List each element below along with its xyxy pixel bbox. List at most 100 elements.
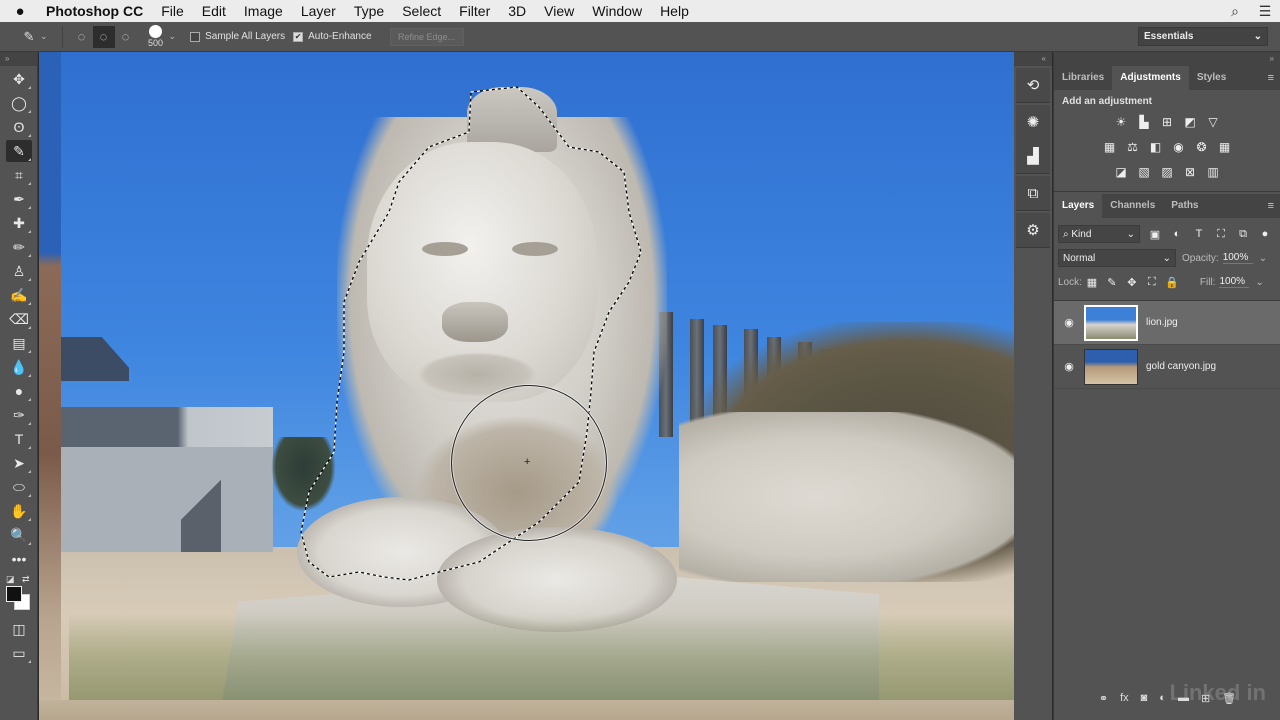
panel-menu-icon[interactable]: ≡	[1268, 200, 1274, 212]
tab-styles[interactable]: Styles	[1189, 66, 1234, 90]
add-mask-icon[interactable]: ◙	[1141, 692, 1148, 704]
menu-help[interactable]: Help	[651, 3, 698, 19]
adjustment-icon[interactable]: ▙	[1133, 112, 1156, 132]
tool-eyedropper[interactable]: ✒	[6, 188, 32, 210]
filter-toggle-icon[interactable]: ●	[1254, 228, 1276, 241]
add-to-selection-icon[interactable]: ◌	[92, 25, 115, 48]
tab-channels[interactable]: Channels	[1102, 194, 1163, 218]
adjustment-icon[interactable]: ◪	[1110, 162, 1133, 182]
tab-layers[interactable]: Layers	[1054, 194, 1103, 218]
tool-preset-picker-icon[interactable]: ✎	[18, 26, 40, 48]
tool-healing[interactable]: ✚	[6, 212, 32, 234]
sample-all-layers-checkbox[interactable]	[190, 31, 201, 42]
fill-input[interactable]: 100%	[1219, 276, 1250, 288]
refine-edge-button[interactable]: Refine Edge...	[389, 27, 464, 46]
menu-type[interactable]: Type	[345, 3, 393, 19]
tool-marquee[interactable]: ◯	[6, 92, 32, 114]
clone-source-panel-icon[interactable]: ⧉	[1016, 176, 1050, 210]
filter-adjustment-icon[interactable]: ◐	[1166, 228, 1188, 241]
dock-collapse-icon[interactable]: «	[1014, 52, 1052, 66]
new-group-icon[interactable]: ▬	[1178, 692, 1189, 704]
history-panel-icon[interactable]: ⟲	[1016, 68, 1050, 102]
tool-history-brush[interactable]: ✍	[6, 284, 32, 306]
foreground-color-swatch[interactable]	[6, 586, 22, 602]
trash-icon[interactable]: 🗑	[1222, 692, 1236, 705]
tool-gradient[interactable]: ▤	[6, 332, 32, 354]
workspace-switcher[interactable]: Essentials ⌄	[1138, 27, 1268, 46]
menu-image[interactable]: Image	[235, 3, 292, 19]
panels-collapse-icon[interactable]: »	[1054, 52, 1280, 66]
subtract-from-selection-icon[interactable]: ◌	[115, 26, 137, 48]
menu-3d[interactable]: 3D	[499, 3, 535, 19]
adjustment-icon[interactable]: ❂	[1190, 137, 1213, 157]
menu-app-name[interactable]: Photoshop CC	[40, 3, 152, 19]
new-layer-icon[interactable]: ⊞	[1201, 692, 1210, 705]
lock-image-icon[interactable]: ✎	[1102, 276, 1122, 289]
adjustment-icon[interactable]: ⊞	[1156, 112, 1179, 132]
menu-file[interactable]: File	[152, 3, 193, 19]
lock-artboard-icon[interactable]: ⛶	[1142, 276, 1162, 289]
tool-hand[interactable]: ✋	[6, 500, 32, 522]
tool-crop[interactable]: ⌗	[6, 164, 32, 186]
tab-libraries[interactable]: Libraries	[1054, 66, 1112, 90]
brush-settings-panel-icon[interactable]: ✺	[1016, 105, 1050, 139]
panel-menu-icon[interactable]: ≡	[1268, 72, 1274, 84]
blend-mode-select[interactable]: Normal ⌄	[1058, 249, 1176, 267]
tool-zoom[interactable]: 🔍	[6, 524, 32, 546]
new-selection-icon[interactable]: ◌	[71, 26, 93, 48]
histogram-panel-icon[interactable]: ▟	[1016, 139, 1050, 173]
adjustment-icon[interactable]: ▽	[1202, 112, 1225, 132]
tool-ellipse[interactable]: ⬭	[6, 476, 32, 498]
tab-paths[interactable]: Paths	[1163, 194, 1206, 218]
visibility-eye-icon[interactable]: ◉	[1054, 360, 1084, 373]
lock-transparent-icon[interactable]: ▦	[1082, 276, 1102, 289]
adjustment-icon[interactable]: ◧	[1144, 137, 1167, 157]
tool-move[interactable]: ✥	[6, 68, 32, 90]
tab-adjustments[interactable]: Adjustments	[1112, 66, 1189, 90]
adjustment-icon[interactable]: ☀	[1110, 112, 1133, 132]
adjustment-icon[interactable]: ▦	[1213, 137, 1236, 157]
auto-enhance-checkbox[interactable]: ✔	[293, 31, 304, 42]
tool-dodge[interactable]: ●	[6, 380, 32, 402]
adjustment-icon[interactable]: ⊠	[1179, 162, 1202, 182]
tool-path-selection[interactable]: ➤	[6, 452, 32, 474]
brush-picker-chevron-icon[interactable]: ⌄	[169, 31, 177, 42]
filter-shape-icon[interactable]: ⛶	[1210, 228, 1232, 241]
visibility-eye-icon[interactable]: ◉	[1054, 316, 1084, 329]
menu-window[interactable]: Window	[583, 3, 651, 19]
menu-edit[interactable]: Edit	[193, 3, 235, 19]
new-adjustment-layer-icon[interactable]: ◐	[1159, 692, 1166, 704]
fill-chevron-icon[interactable]: ⌄	[1255, 277, 1263, 288]
tool-brush[interactable]: ✏	[6, 236, 32, 258]
adjustment-icon[interactable]: ▦	[1098, 137, 1121, 157]
menu-view[interactable]: View	[535, 3, 583, 19]
tool-lasso[interactable]: ʘ	[6, 116, 32, 138]
filter-smart-object-icon[interactable]: ⧉	[1232, 228, 1254, 241]
link-layers-icon[interactable]: ⚭	[1099, 692, 1108, 705]
menu-select[interactable]: Select	[393, 3, 450, 19]
menu-layer[interactable]: Layer	[292, 3, 345, 19]
adjustment-icon[interactable]: ▨	[1156, 162, 1179, 182]
opacity-input[interactable]: 100%	[1222, 252, 1253, 264]
adjustment-icon[interactable]: ◉	[1167, 137, 1190, 157]
properties-panel-icon[interactable]: ⚙	[1016, 213, 1050, 247]
adjustment-icon[interactable]: ▥	[1202, 162, 1225, 182]
fx-icon[interactable]: fx	[1120, 692, 1129, 704]
swap-colors-icon[interactable]: ⇄	[22, 574, 30, 585]
layer-filter-kind-select[interactable]: ⌕ Kind ⌄	[1058, 225, 1140, 243]
layer-row-lion[interactable]: ◉ lion.jpg	[1054, 301, 1280, 345]
tool-type[interactable]: T	[6, 428, 32, 450]
document-canvas[interactable]: +	[39, 52, 1052, 720]
lock-position-icon[interactable]: ✥	[1122, 276, 1142, 289]
layer-row-gold-canyon[interactable]: ◉ gold canyon.jpg	[1054, 345, 1280, 389]
lock-all-icon[interactable]: 🔒	[1162, 276, 1182, 289]
spotlight-search-icon[interactable]: ⌕	[1220, 3, 1250, 20]
opacity-chevron-icon[interactable]: ⌄	[1259, 253, 1267, 264]
tool-clone-stamp[interactable]: ♙	[6, 260, 32, 282]
screen-mode-button[interactable]: ▭	[6, 642, 32, 664]
tool-pen[interactable]: ✑	[6, 404, 32, 426]
adjustment-icon[interactable]: ◩	[1179, 112, 1202, 132]
quick-mask-button[interactable]: ◫	[6, 618, 32, 640]
tool-eraser[interactable]: ⌫	[6, 308, 32, 330]
tool-more[interactable]: •••	[6, 548, 32, 570]
